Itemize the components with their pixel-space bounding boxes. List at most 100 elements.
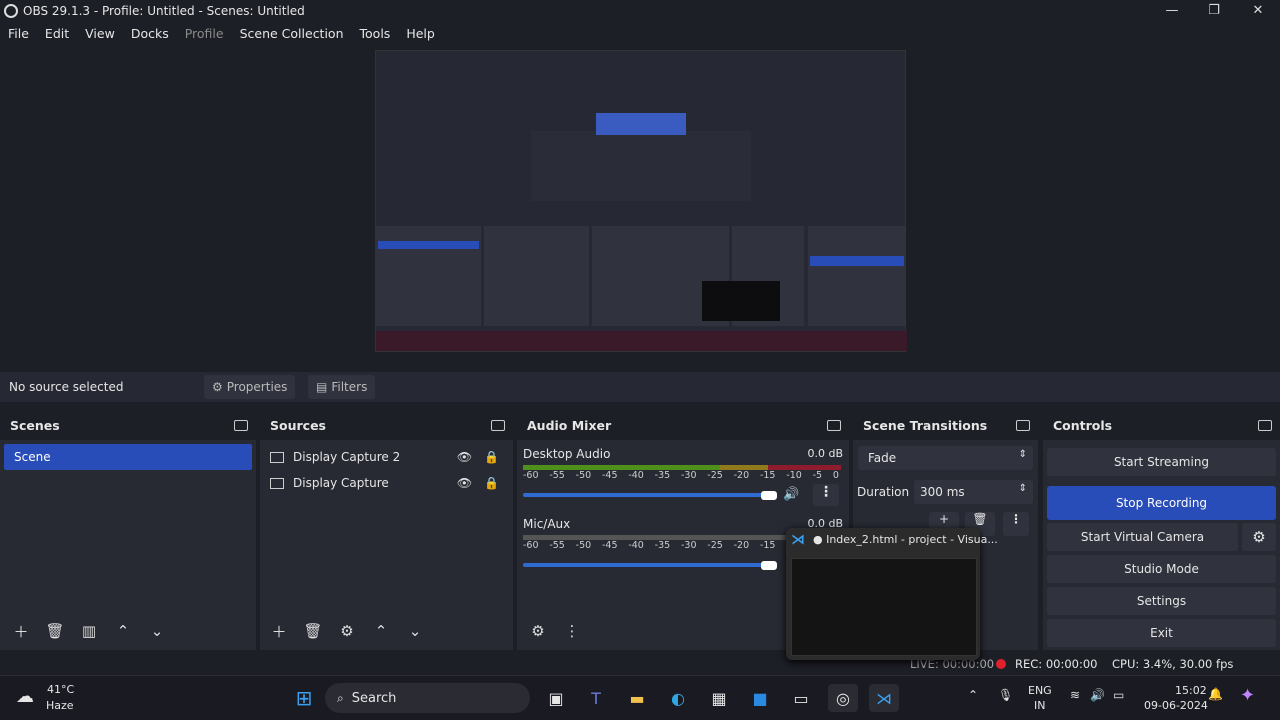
menu-docks[interactable]: Docks	[131, 26, 169, 41]
preview-area[interactable]	[0, 44, 1280, 370]
volume-slider-handle[interactable]	[761, 491, 777, 500]
settings-button[interactable]: Settings	[1047, 587, 1276, 615]
menu-file[interactable]: File	[8, 26, 29, 41]
wifi-icon[interactable]: ≋	[1070, 688, 1080, 702]
start-streaming-button[interactable]: Start Streaming	[1047, 448, 1276, 476]
transition-select[interactable]: Fade ⇕	[858, 446, 1033, 470]
speaker-icon[interactable]: 🔊	[783, 487, 799, 502]
lang-region[interactable]: IN	[1034, 699, 1045, 712]
search-icon: ⌕	[337, 690, 344, 705]
preview-canvas[interactable]	[375, 50, 907, 352]
add-icon[interactable]: ＋	[262, 618, 296, 644]
title-bar: OBS 29.1.3 - Profile: Untitled - Scenes:…	[0, 0, 1280, 21]
tick: -5	[812, 470, 823, 481]
volume-slider-handle[interactable]	[761, 561, 777, 570]
no-source-label: No source selected	[9, 380, 124, 394]
duration-input[interactable]: 300 ms ⇕	[914, 480, 1033, 504]
lock-icon[interactable]: 🔒	[484, 476, 499, 490]
source-item[interactable]: Display Capture 👁 🔒	[260, 470, 513, 496]
move-down-icon[interactable]: ⌄	[140, 618, 174, 644]
eye-icon[interactable]: 👁	[457, 450, 472, 464]
tick: -25	[707, 540, 723, 551]
undock-icon[interactable]	[1016, 419, 1030, 431]
menu-tools[interactable]: Tools	[360, 26, 391, 41]
tick: -40	[628, 470, 644, 481]
undock-icon[interactable]	[1258, 419, 1272, 431]
copilot-icon[interactable]: ✦	[1240, 685, 1255, 706]
stop-recording-button[interactable]: Stop Recording	[1047, 486, 1276, 520]
volume-icon[interactable]: 🔊	[1090, 688, 1105, 702]
microphone-icon[interactable]: 🎙	[998, 688, 1013, 702]
file-explorer-icon[interactable]: ▬	[622, 684, 652, 712]
move-down-icon[interactable]: ⌄	[398, 618, 432, 644]
weather-icon[interactable]: ☁	[16, 686, 34, 707]
virtual-camera-settings-icon[interactable]: ⚙	[1242, 523, 1276, 551]
chevron-updown-icon: ⇕	[1018, 449, 1027, 460]
vscode-taskbar-icon[interactable]: ⋊	[869, 684, 899, 712]
menu-profile[interactable]: Profile	[185, 26, 224, 41]
channel-level: 0.0 dB	[807, 447, 843, 460]
task-view-icon[interactable]: ▣	[541, 684, 571, 712]
filters-label: Filters	[331, 380, 368, 394]
filter-icon[interactable]: ▥	[72, 618, 106, 644]
source-item[interactable]: Display Capture 2 👁 🔒	[260, 444, 513, 470]
tick: -20	[733, 470, 750, 481]
menu-edit[interactable]: Edit	[45, 26, 69, 41]
tick: -45	[601, 540, 618, 551]
notification-icon[interactable]: 🔔	[1208, 687, 1223, 701]
gear-icon: ⚙	[212, 380, 223, 394]
scene-item[interactable]: Scene	[4, 444, 252, 470]
tick: -35	[654, 470, 671, 481]
chevron-up-icon[interactable]: ⌃	[968, 688, 978, 702]
advanced-audio-icon[interactable]: ⚙	[521, 618, 555, 644]
store-icon[interactable]: ▦	[704, 684, 734, 712]
tick: -60	[523, 540, 539, 551]
volume-slider[interactable]	[523, 493, 773, 497]
obs-taskbar-icon[interactable]: ◎	[828, 684, 858, 712]
lock-icon[interactable]: 🔒	[484, 450, 499, 464]
menu-scene-collection[interactable]: Scene Collection	[240, 26, 344, 41]
sources-title: Sources	[270, 417, 326, 433]
more-options-icon[interactable]: ⋮	[555, 618, 589, 644]
clock-date[interactable]: 09-06-2024	[1144, 699, 1208, 712]
window-thumbnail[interactable]	[791, 558, 977, 656]
lang-code[interactable]: ENG	[1028, 684, 1052, 697]
maximize-button[interactable]: ❐	[1192, 0, 1236, 21]
terminal-icon[interactable]: ▭	[786, 684, 816, 712]
properties-button[interactable]: ⚙ Properties	[204, 375, 296, 399]
taskbar-search[interactable]: ⌕ Search	[325, 683, 530, 713]
move-up-icon[interactable]: ⌃	[106, 618, 140, 644]
move-up-icon[interactable]: ⌃	[364, 618, 398, 644]
volume-slider[interactable]	[523, 563, 773, 567]
exit-button[interactable]: Exit	[1047, 619, 1276, 647]
trash-icon[interactable]: 🗑	[38, 618, 72, 644]
taskbar: ☁ 41°C Haze ⊞ ⌕ Search ▣ T ▬ ◐ ▦ ■ ▭ ◎ ⋊ …	[0, 675, 1280, 720]
undock-icon[interactable]	[234, 419, 248, 431]
more-options-icon[interactable]: ⋮	[813, 484, 839, 506]
weather-desc: Haze	[46, 699, 74, 712]
add-icon[interactable]: ＋	[4, 618, 38, 644]
taskbar-preview-popup[interactable]: ⋊ ● Index_2.html - project - Visua...	[786, 528, 998, 660]
clock-time[interactable]: 15:02	[1175, 684, 1207, 697]
menu-help[interactable]: Help	[406, 26, 435, 41]
undock-icon[interactable]	[491, 419, 505, 431]
gear-icon[interactable]: ⚙	[330, 618, 364, 644]
menu-view[interactable]: View	[85, 26, 115, 41]
studio-mode-button[interactable]: Studio Mode	[1047, 555, 1276, 583]
tick: -15	[759, 470, 776, 481]
minimize-button[interactable]: —	[1150, 0, 1194, 21]
windows-start-icon[interactable]: ⊞	[289, 684, 319, 712]
more-options-icon[interactable]: ⋮	[1003, 512, 1029, 536]
battery-icon[interactable]: ▭	[1113, 688, 1124, 702]
trash-icon[interactable]: 🗑	[296, 618, 330, 644]
teams-icon[interactable]: T	[581, 684, 611, 712]
scenes-title: Scenes	[10, 417, 60, 433]
start-virtual-camera-button[interactable]: Start Virtual Camera	[1047, 523, 1238, 551]
filters-button[interactable]: ▤ Filters	[308, 375, 376, 399]
close-button[interactable]: ✕	[1236, 0, 1280, 21]
app-icon[interactable]: ■	[745, 684, 775, 712]
edge-icon[interactable]: ◐	[663, 684, 693, 712]
spin-icon[interactable]: ⇕	[1019, 483, 1027, 494]
undock-icon[interactable]	[827, 419, 841, 431]
eye-icon[interactable]: 👁	[457, 476, 472, 490]
